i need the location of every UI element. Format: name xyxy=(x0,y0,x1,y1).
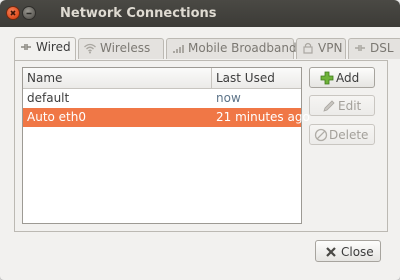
add-label: Add xyxy=(336,71,360,85)
pencil-icon xyxy=(323,100,335,112)
delete-icon xyxy=(314,128,328,142)
edit-label: Edit xyxy=(338,99,362,113)
add-button[interactable]: Add xyxy=(309,67,375,88)
list-header: Name Last Used xyxy=(23,68,301,89)
connection-name: Auto eth0 xyxy=(27,110,87,124)
ethernet-icon xyxy=(21,44,31,50)
table-row[interactable]: default now xyxy=(23,89,301,108)
ethernet-icon xyxy=(355,45,365,51)
column-header-last-used[interactable]: Last Used xyxy=(212,68,301,88)
tab-vpn[interactable]: VPN xyxy=(296,38,346,59)
connection-name: default xyxy=(27,91,70,105)
minimize-icon xyxy=(26,12,32,15)
table-row[interactable]: Auto eth0 21 minutes ago xyxy=(23,108,310,127)
signal-bars-icon xyxy=(173,45,184,53)
close-icon xyxy=(326,247,336,257)
network-connections-window: Network Connections Wired Wireless Mobil… xyxy=(0,0,400,280)
tab-label: VPN xyxy=(318,41,343,55)
tab-label: Mobile Broadband xyxy=(188,41,297,55)
tab-label: Wired xyxy=(36,40,71,54)
delete-button[interactable]: Delete xyxy=(309,124,375,145)
close-icon xyxy=(10,10,16,16)
connection-list[interactable]: Name Last Used default now Auto eth0 21 … xyxy=(22,67,310,224)
connection-last-used: now xyxy=(216,91,241,105)
lock-icon xyxy=(303,42,313,54)
title-bar[interactable]: Network Connections xyxy=(0,0,400,27)
edit-button[interactable]: Edit xyxy=(309,95,375,116)
window-title: Network Connections xyxy=(60,6,217,21)
tab-wireless[interactable]: Wireless xyxy=(78,38,164,59)
connection-last-used: 21 minutes ago xyxy=(216,110,310,124)
close-button[interactable]: Close xyxy=(315,240,381,262)
tab-mobile-broadband[interactable]: Mobile Broadband xyxy=(166,38,297,59)
tab-label: Wireless xyxy=(100,41,151,55)
wifi-icon xyxy=(84,43,96,54)
tab-dsl[interactable]: DSL xyxy=(348,38,400,59)
plus-icon xyxy=(320,71,334,85)
close-label: Close xyxy=(341,245,374,259)
column-header-name[interactable]: Name xyxy=(23,68,212,88)
tab-label: DSL xyxy=(370,41,394,55)
tab-wired[interactable]: Wired xyxy=(14,37,76,60)
window-close-button[interactable] xyxy=(6,6,20,20)
delete-label: Delete xyxy=(329,128,369,142)
window-minimize-button[interactable] xyxy=(22,6,36,20)
